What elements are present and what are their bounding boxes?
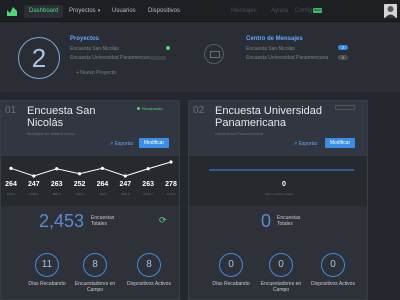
user-photo-icon	[384, 4, 397, 18]
devices-ring: 0	[321, 253, 345, 277]
project-count: 2	[18, 37, 60, 79]
no-data-label: Aún no existen datos	[264, 192, 294, 196]
tab-ayuda[interactable]: Ayuda	[266, 5, 293, 18]
data-point[interactable]	[146, 167, 150, 171]
new-project-link[interactable]: + Nuevo Proyecto	[76, 70, 116, 76]
devices-label: Dispositivos Activos	[311, 281, 355, 287]
devices-ring: 8	[137, 253, 161, 277]
card-title: Encuesta Universidad Panamericana	[215, 105, 323, 129]
tick-label: MIE 3	[52, 192, 61, 196]
data-label: 252	[73, 181, 86, 188]
new-badge: NEW	[313, 8, 322, 13]
surveyors-label: Encuestadores en Campo	[260, 281, 302, 293]
message-count-1: 2	[338, 45, 348, 50]
data-label: 264	[96, 181, 109, 188]
top-nav: Dashboard Proyectos ▾ Usuarios Dispositiv…	[0, 0, 400, 22]
data-point[interactable]	[100, 166, 105, 170]
data-point[interactable]	[123, 174, 127, 178]
total-surveys-label: Encuestas Totales	[91, 215, 115, 227]
messages-title: Centro de Mensajes	[246, 36, 303, 42]
tab-mensajes[interactable]: Mensajes	[226, 5, 262, 18]
days-label: Días Recabando	[28, 281, 66, 287]
envelope-icon	[210, 51, 220, 58]
project-card-1: 01 Encuesta San Nicolás Municipio de Mad…	[0, 100, 180, 300]
status-dot	[137, 107, 140, 110]
status-tag	[150, 56, 166, 60]
messages-icon	[204, 44, 224, 64]
zero-value: 0	[282, 181, 286, 188]
card-number: 01	[5, 105, 17, 116]
tick-label: LUN 8	[166, 192, 176, 196]
data-label: 263	[50, 181, 63, 188]
tab-proyectos[interactable]: Proyectos ▾	[64, 5, 105, 18]
tick-label: MAR 2	[29, 192, 39, 196]
total-surveys: 0	[261, 211, 272, 231]
total-surveys: 2,453	[39, 211, 85, 231]
data-label: 264	[5, 181, 17, 188]
status-dot	[166, 46, 170, 50]
modify-button[interactable]: Modificar	[325, 138, 355, 148]
data-point[interactable]	[32, 174, 36, 178]
data-point[interactable]	[169, 160, 173, 164]
tab-usuarios[interactable]: Usuarios	[107, 5, 141, 18]
tick-label: SAB 6	[121, 192, 130, 196]
days-ring: 0	[219, 253, 243, 277]
message-link-1[interactable]: Encuesta San Nicolás	[246, 46, 295, 52]
export-label: Exportar	[114, 141, 134, 147]
card-subtitle: Municipio de Madrid Leduc	[27, 131, 75, 136]
surveyors-ring: 0	[269, 253, 293, 277]
tab-proyectos-label: Proyectos	[69, 8, 96, 14]
empty-chart: 0 Aún no existen datos	[189, 156, 367, 206]
modify-button[interactable]: Modificar	[139, 138, 169, 148]
status-badge	[335, 105, 355, 110]
card-subtitle: Universidad Panamericana	[215, 131, 264, 136]
days-ring: 11	[35, 253, 59, 277]
devices-label: Dispositivos Activos	[127, 281, 171, 287]
card-number: 02	[193, 105, 205, 116]
surveyors-ring: 8	[83, 253, 107, 277]
message-link-2[interactable]: Encuesta Universidad Panamericana	[246, 55, 328, 61]
data-label: 263	[142, 181, 154, 188]
status-badge: Recabando	[137, 106, 162, 111]
projects-title: Proyectos	[70, 36, 100, 42]
project-link-1[interactable]: Encuesta San Nicolás	[70, 46, 119, 52]
project-link-2[interactable]: Encuesta Universidad Panamericana	[70, 55, 152, 61]
data-point[interactable]	[9, 166, 13, 170]
data-point[interactable]	[55, 167, 59, 171]
card-title: Encuesta San Nicolás	[27, 105, 96, 129]
chevron-down-icon: ▾	[97, 8, 101, 14]
days-label: Días Recabando	[212, 281, 250, 287]
tick-label: LUN 1	[6, 192, 16, 196]
logo-icon[interactable]	[6, 5, 18, 17]
export-link[interactable]: ↗ Exportar	[109, 141, 134, 147]
tab-dispositivos[interactable]: Dispositivos	[143, 5, 185, 18]
data-point[interactable]	[77, 172, 82, 176]
line-chart: 264 LUN 1 247 MAR 2 263 MIE 3 252 JUE 4 264 VIE 5…	[1, 156, 179, 206]
message-count-2: 0	[338, 55, 348, 60]
tick-label: JUE 4	[75, 192, 84, 196]
project-card-2: 02 Encuesta Universidad Panamericana Uni…	[188, 100, 368, 300]
data-label: 247	[28, 181, 40, 188]
tick-label: VIE 5	[98, 192, 107, 196]
refresh-icon[interactable]: ⟳	[159, 215, 167, 226]
data-label: 247	[119, 181, 132, 188]
surveyors-label: Encuestadores en Campo	[74, 281, 116, 293]
total-surveys-label: Encuestas Totales	[277, 215, 301, 227]
export-link[interactable]: ↗ Exportar	[293, 141, 318, 147]
export-label: Exportar	[298, 141, 318, 147]
status-label: Recabando	[142, 106, 163, 111]
avatar[interactable]	[384, 4, 397, 18]
tick-label: DOM 7	[143, 192, 153, 196]
tab-dashboard[interactable]: Dashboard	[24, 5, 64, 18]
data-label: 278	[165, 181, 177, 188]
